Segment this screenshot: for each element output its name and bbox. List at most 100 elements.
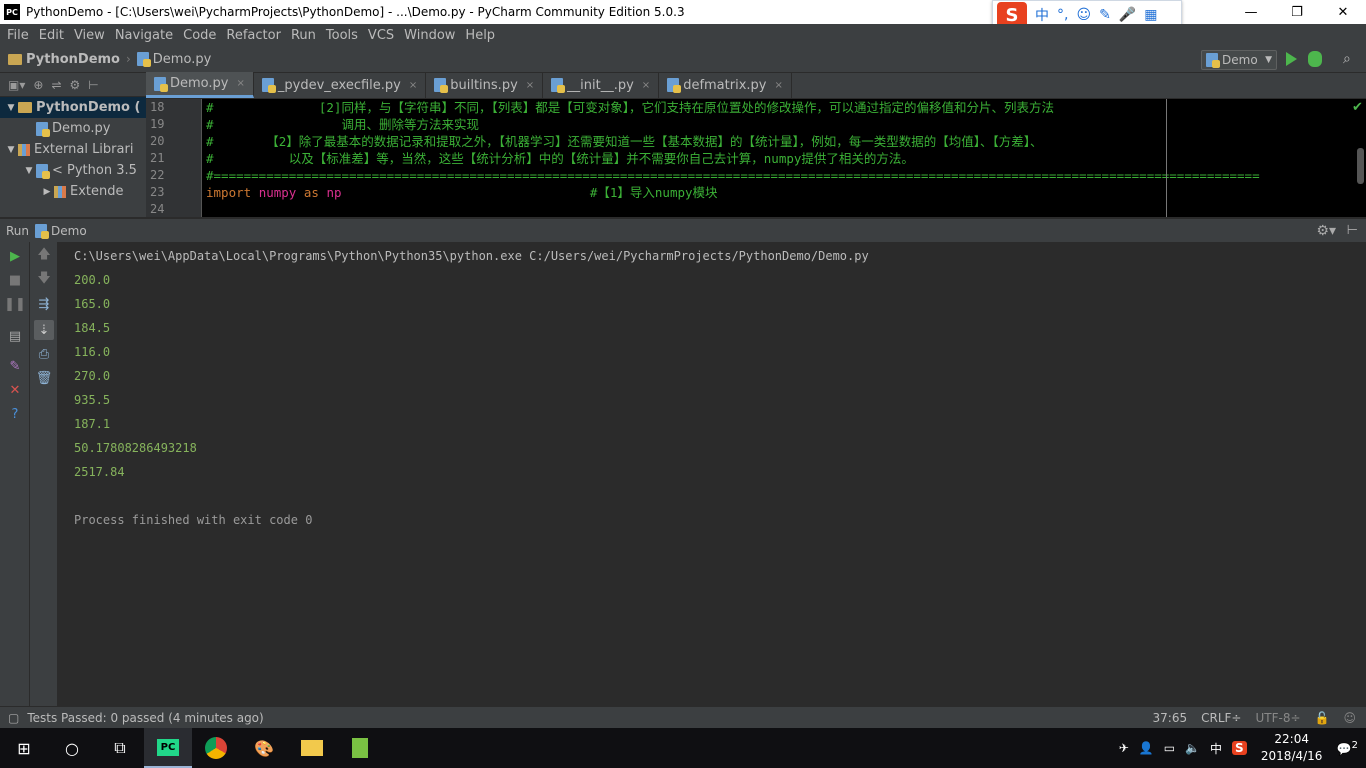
line-separator[interactable]: CRLF÷ xyxy=(1201,711,1241,725)
windows-start-icon[interactable]: ⊞ xyxy=(0,728,48,768)
menu-item-run[interactable]: Run xyxy=(286,28,321,43)
maximize-button[interactable]: ❐ xyxy=(1274,0,1320,24)
chevron-down-icon[interactable]: ▼ xyxy=(4,103,18,113)
tests-status[interactable]: Tests Passed: 0 passed (4 minutes ago) xyxy=(27,711,263,725)
project-view-select[interactable]: ▣▾ xyxy=(8,78,25,92)
ime-chinese-mode-icon[interactable]: 中 xyxy=(1035,5,1049,25)
soft-wrap-icon[interactable]: ⇶ xyxy=(36,296,52,312)
paint-taskbar-icon[interactable]: 🎨 xyxy=(240,728,288,768)
editor-scrollbar-thumb[interactable] xyxy=(1357,148,1364,184)
ime-emoji-icon[interactable]: ☺ xyxy=(1076,7,1091,23)
help-icon[interactable]: ? xyxy=(7,406,23,422)
search-everywhere-icon[interactable]: ⌕ xyxy=(1343,51,1359,67)
restore-layout-icon[interactable]: ▤ xyxy=(7,328,23,344)
run-button[interactable] xyxy=(1286,52,1297,66)
editor-tab[interactable]: builtins.py × xyxy=(426,72,544,98)
menu-item-edit[interactable]: Edit xyxy=(34,28,69,43)
module-name: numpy xyxy=(258,185,297,200)
up-arrow-icon[interactable]: 🡅 xyxy=(36,247,52,264)
minimize-button[interactable]: — xyxy=(1228,0,1274,24)
ime-punctuation-icon[interactable]: °, xyxy=(1057,7,1068,23)
gear-icon[interactable]: ⚙ xyxy=(70,78,81,92)
menu-item-vcs[interactable]: VCS xyxy=(363,28,399,43)
run-panel-config[interactable]: Demo xyxy=(51,224,87,238)
user-icon[interactable]: 👤 xyxy=(1139,741,1154,755)
scroll-from-source-icon[interactable]: ⊕ xyxy=(33,78,43,92)
editor-tab-label: Demo.py xyxy=(170,76,229,91)
chevron-down-icon: ▼ xyxy=(1265,55,1272,65)
editor-tab[interactable]: Demo.py × xyxy=(146,72,254,98)
close-tab-icon[interactable]: × xyxy=(642,80,650,91)
project-tree-row[interactable]: ▼ < Python 3.5 xyxy=(0,160,146,181)
rerun-icon[interactable]: ▶ xyxy=(7,248,23,264)
project-tree-row[interactable]: ▶ Extende xyxy=(0,181,146,202)
gear-icon[interactable]: ⚙▾ xyxy=(1316,223,1336,239)
file-explorer-icon[interactable] xyxy=(288,728,336,768)
collapse-all-icon[interactable]: ⇌ xyxy=(51,78,61,92)
airplane-icon[interactable]: ✈ xyxy=(1119,741,1129,755)
caret-position[interactable]: 37:65 xyxy=(1153,711,1188,725)
run-console[interactable]: C:\Users\wei\AppData\Local\Programs\Pyth… xyxy=(58,242,1366,706)
volume-icon[interactable]: 🔈 xyxy=(1185,741,1200,755)
menu-item-tools[interactable]: Tools xyxy=(321,28,363,43)
print-icon[interactable]: ⎙ xyxy=(36,346,52,362)
task-view-icon[interactable]: ⧉ xyxy=(96,728,144,768)
ime-handwrite-icon[interactable]: ✎ xyxy=(1099,7,1111,23)
project-tree-row[interactable]: ▼ PythonDemo ( xyxy=(0,97,146,118)
scroll-to-end-icon[interactable]: ⇣ xyxy=(34,320,54,340)
project-tree-row[interactable]: ▼ External Librari xyxy=(0,139,146,160)
editor-tab[interactable]: __init__.py × xyxy=(543,72,660,98)
down-arrow-icon[interactable]: 🡇 xyxy=(36,271,52,288)
chrome-taskbar-icon[interactable] xyxy=(192,728,240,768)
close-icon[interactable]: ✕ xyxy=(7,382,23,398)
ime-voice-icon[interactable]: 🎤 xyxy=(1119,7,1136,23)
lock-icon[interactable]: 🔓 xyxy=(1315,711,1330,725)
inspection-ok-icon[interactable]: ✔ xyxy=(1352,100,1363,115)
hide-panel-icon[interactable]: ⊢ xyxy=(1347,223,1358,238)
library-icon xyxy=(18,143,30,156)
chevron-down-icon[interactable]: ▼ xyxy=(4,145,18,155)
debug-button[interactable] xyxy=(1308,51,1322,67)
close-tab-icon[interactable]: × xyxy=(236,78,244,89)
notification-center-icon[interactable]: 💬2 xyxy=(1337,740,1358,756)
run-configuration-select[interactable]: Demo ▼ xyxy=(1201,50,1277,70)
network-icon[interactable]: ▭ xyxy=(1164,741,1175,755)
sogou-tray-icon[interactable]: S xyxy=(1232,741,1247,755)
close-window-button[interactable]: ✕ xyxy=(1320,0,1366,24)
project-tree-label: Extende xyxy=(70,184,124,199)
pycharm-taskbar-icon[interactable]: PC xyxy=(144,728,192,768)
file-encoding[interactable]: UTF-8÷ xyxy=(1255,711,1300,725)
chevron-down-icon[interactable]: ▼ xyxy=(22,166,36,176)
pause-icon[interactable]: ❚❚ xyxy=(4,296,26,312)
close-tab-icon[interactable]: × xyxy=(526,80,534,91)
ime-language-indicator[interactable]: 中 xyxy=(1210,740,1222,757)
breadcrumb-file[interactable]: Demo.py xyxy=(153,52,211,67)
console-command-line: C:\Users\wei\AppData\Local\Programs\Pyth… xyxy=(74,249,869,263)
menu-item-view[interactable]: View xyxy=(69,28,110,43)
cortana-icon[interactable]: ○ xyxy=(48,728,96,768)
menu-item-code[interactable]: Code xyxy=(178,28,221,43)
menu-item-refactor[interactable]: Refactor xyxy=(221,28,286,43)
menu-item-help[interactable]: Help xyxy=(460,28,500,43)
close-tab-icon[interactable]: × xyxy=(409,80,417,91)
editor-tab[interactable]: _pydev_execfile.py × xyxy=(254,72,427,98)
stop-icon[interactable]: ■ xyxy=(7,272,23,288)
ime-toolbox-icon[interactable]: ▦ xyxy=(1144,7,1157,23)
tool-window-toggle-icon[interactable]: ▢ xyxy=(8,711,19,725)
notepad-icon[interactable] xyxy=(336,728,384,768)
code-editor[interactable]: # [2]同样，与【字符串】不同，【列表】都是【可变对象】，它们支持在原位置处的… xyxy=(202,99,1366,217)
code-line-21: # 以及【标准差】等，当然，这些【统计分析】中的【统计量】并不需要你自己去计算，… xyxy=(206,151,914,166)
trash-icon[interactable]: 🗑 xyxy=(36,370,53,386)
inspector-icon[interactable]: ☺ xyxy=(1343,711,1356,725)
menu-item-file[interactable]: File xyxy=(2,28,34,43)
hide-panel-icon[interactable]: ⊢ xyxy=(88,78,98,92)
menu-item-navigate[interactable]: Navigate xyxy=(110,28,178,43)
close-tab-icon[interactable]: × xyxy=(774,80,782,91)
editor-tab[interactable]: defmatrix.py × xyxy=(659,72,792,98)
pin-tab-icon[interactable]: ✎ xyxy=(7,358,23,374)
breadcrumb-project[interactable]: PythonDemo xyxy=(26,52,120,67)
chevron-right-icon[interactable]: ▶ xyxy=(40,187,54,197)
menu-item-window[interactable]: Window xyxy=(399,28,460,43)
system-clock[interactable]: 22:04 2018/4/16 xyxy=(1257,731,1327,765)
project-tree-row[interactable]: Demo.py xyxy=(0,118,146,139)
